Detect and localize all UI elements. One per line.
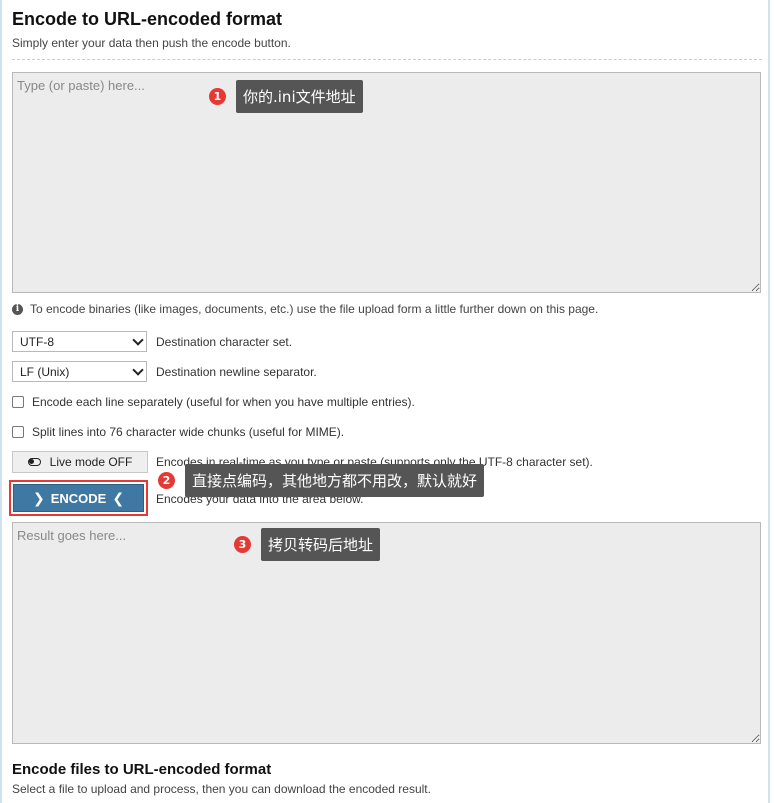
split-lines-label[interactable]: Split lines into 76 character wide chunk… — [32, 425, 344, 439]
files-section-title: Encode files to URL-encoded format — [12, 761, 272, 778]
page-title: Encode to URL-encoded format — [12, 9, 283, 29]
live-mode-row: Live mode OFF — [12, 451, 156, 473]
annotation-tooltip: 直接点编码，其他地方都不用改，默认就好 — [185, 464, 485, 497]
result-textarea[interactable] — [12, 522, 761, 744]
chevron-left-icon: ❮ — [112, 489, 125, 506]
split-lines-row: Split lines into 76 character wide chunk… — [12, 425, 344, 439]
encode-button[interactable]: ❯ ENCODE ❮ — [13, 484, 144, 512]
divider — [12, 59, 762, 60]
charset-label: Destination character set. — [156, 334, 293, 349]
info-note: i To encode binaries (like images, docum… — [12, 302, 598, 316]
newline-select[interactable]: LF (Unix) — [12, 361, 147, 382]
chevron-down-icon — [132, 333, 144, 346]
chevron-right-icon: ❯ — [32, 489, 45, 506]
each-line-label[interactable]: Encode each line separately (useful for … — [32, 395, 415, 409]
newline-label: Destination newline separator. — [156, 364, 317, 379]
annotation-tooltip: 你的.ini文件地址 — [236, 80, 363, 113]
newline-row: LF (Unix) Destination newline separator. — [12, 361, 317, 382]
charset-select[interactable]: UTF-8 — [12, 331, 147, 352]
annotation-badge: 2 — [158, 472, 175, 489]
chevron-down-icon — [132, 363, 144, 376]
info-text: To encode binaries (like images, documen… — [30, 302, 599, 316]
each-line-checkbox[interactable] — [12, 396, 24, 408]
split-lines-checkbox[interactable] — [12, 426, 24, 438]
info-icon: i — [12, 303, 23, 315]
annotation-tooltip: 拷贝转码后地址 — [261, 528, 381, 561]
newline-value: LF (Unix) — [20, 364, 70, 379]
page-subtitle: Simply enter your data then push the enc… — [12, 36, 291, 50]
live-mode-button[interactable]: Live mode OFF — [12, 451, 148, 473]
annotation-badge: 1 — [209, 88, 226, 105]
annotation-3: 3 拷贝转码后地址 — [234, 528, 381, 561]
input-textarea[interactable] — [12, 72, 761, 293]
annotation-2: 2 直接点编码，其他地方都不用改，默认就好 — [158, 464, 485, 497]
encode-label: ENCODE — [50, 490, 107, 506]
charset-row: UTF-8 Destination character set. — [12, 331, 292, 352]
each-line-row: Encode each line separately (useful for … — [12, 395, 415, 409]
charset-value: UTF-8 — [20, 334, 54, 349]
live-mode-label: Live mode OFF — [49, 455, 133, 469]
annotation-badge: 3 — [234, 536, 251, 553]
files-section-subtitle: Select a file to upload and process, the… — [12, 782, 431, 796]
toggle-icon — [27, 458, 41, 466]
annotation-1: 1 你的.ini文件地址 — [209, 80, 363, 113]
